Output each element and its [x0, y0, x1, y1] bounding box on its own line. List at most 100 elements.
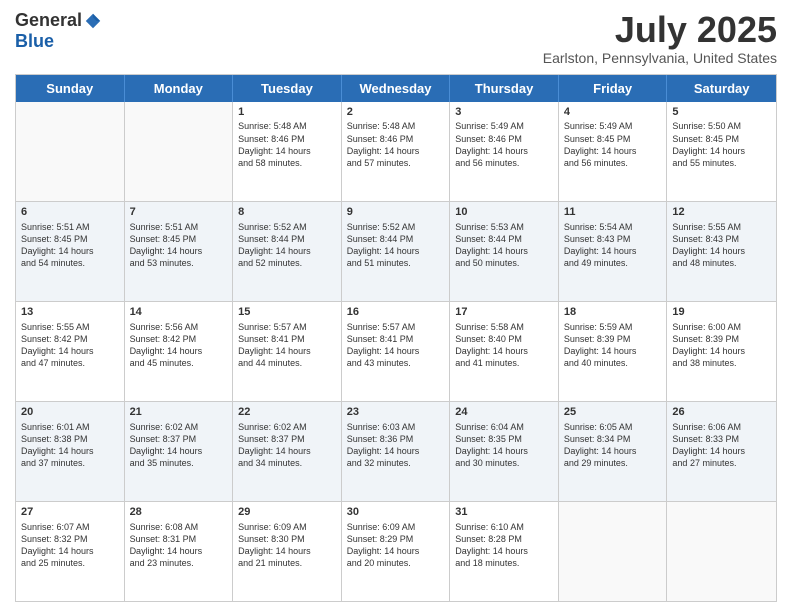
day-detail: Sunrise: 5:56 AM Sunset: 8:42 PM Dayligh… [130, 321, 228, 370]
day-cell-2: 2Sunrise: 5:48 AM Sunset: 8:46 PM Daylig… [342, 102, 451, 201]
day-cell-28: 28Sunrise: 6:08 AM Sunset: 8:31 PM Dayli… [125, 502, 234, 601]
day-cell-16: 16Sunrise: 5:57 AM Sunset: 8:41 PM Dayli… [342, 302, 451, 401]
day-detail: Sunrise: 5:50 AM Sunset: 8:45 PM Dayligh… [672, 120, 771, 169]
day-number: 16 [347, 305, 445, 320]
day-cell-24: 24Sunrise: 6:04 AM Sunset: 8:35 PM Dayli… [450, 402, 559, 501]
logo-blue-text: Blue [15, 31, 54, 51]
day-number: 11 [564, 205, 662, 220]
day-number: 6 [21, 205, 119, 220]
day-detail: Sunrise: 6:03 AM Sunset: 8:36 PM Dayligh… [347, 421, 445, 470]
day-cell-8: 8Sunrise: 5:52 AM Sunset: 8:44 PM Daylig… [233, 202, 342, 301]
calendar: SundayMondayTuesdayWednesdayThursdayFrid… [15, 74, 777, 602]
day-cell-11: 11Sunrise: 5:54 AM Sunset: 8:43 PM Dayli… [559, 202, 668, 301]
day-detail: Sunrise: 5:49 AM Sunset: 8:45 PM Dayligh… [564, 120, 662, 169]
weekday-header-thursday: Thursday [450, 75, 559, 102]
day-number: 26 [672, 405, 771, 420]
calendar-row-3: 13Sunrise: 5:55 AM Sunset: 8:42 PM Dayli… [16, 302, 776, 402]
calendar-body: 1Sunrise: 5:48 AM Sunset: 8:46 PM Daylig… [16, 102, 776, 601]
day-cell-13: 13Sunrise: 5:55 AM Sunset: 8:42 PM Dayli… [16, 302, 125, 401]
day-cell-15: 15Sunrise: 5:57 AM Sunset: 8:41 PM Dayli… [233, 302, 342, 401]
day-detail: Sunrise: 5:49 AM Sunset: 8:46 PM Dayligh… [455, 120, 553, 169]
day-cell-10: 10Sunrise: 5:53 AM Sunset: 8:44 PM Dayli… [450, 202, 559, 301]
day-cell-14: 14Sunrise: 5:56 AM Sunset: 8:42 PM Dayli… [125, 302, 234, 401]
day-cell-25: 25Sunrise: 6:05 AM Sunset: 8:34 PM Dayli… [559, 402, 668, 501]
day-detail: Sunrise: 5:59 AM Sunset: 8:39 PM Dayligh… [564, 321, 662, 370]
day-cell-22: 22Sunrise: 6:02 AM Sunset: 8:37 PM Dayli… [233, 402, 342, 501]
weekday-header-monday: Monday [125, 75, 234, 102]
day-detail: Sunrise: 5:55 AM Sunset: 8:43 PM Dayligh… [672, 221, 771, 270]
day-number: 14 [130, 305, 228, 320]
day-cell-5: 5Sunrise: 5:50 AM Sunset: 8:45 PM Daylig… [667, 102, 776, 201]
calendar-row-5: 27Sunrise: 6:07 AM Sunset: 8:32 PM Dayli… [16, 502, 776, 601]
weekday-header-friday: Friday [559, 75, 668, 102]
day-number: 28 [130, 505, 228, 520]
day-detail: Sunrise: 5:52 AM Sunset: 8:44 PM Dayligh… [347, 221, 445, 270]
day-detail: Sunrise: 6:04 AM Sunset: 8:35 PM Dayligh… [455, 421, 553, 470]
day-cell-6: 6Sunrise: 5:51 AM Sunset: 8:45 PM Daylig… [16, 202, 125, 301]
day-cell-23: 23Sunrise: 6:03 AM Sunset: 8:36 PM Dayli… [342, 402, 451, 501]
day-cell-17: 17Sunrise: 5:58 AM Sunset: 8:40 PM Dayli… [450, 302, 559, 401]
day-number: 23 [347, 405, 445, 420]
day-detail: Sunrise: 6:05 AM Sunset: 8:34 PM Dayligh… [564, 421, 662, 470]
day-detail: Sunrise: 6:09 AM Sunset: 8:30 PM Dayligh… [238, 521, 336, 570]
day-number: 5 [672, 105, 771, 120]
day-detail: Sunrise: 6:02 AM Sunset: 8:37 PM Dayligh… [238, 421, 336, 470]
day-number: 24 [455, 405, 553, 420]
day-number: 27 [21, 505, 119, 520]
header: General Blue July 2025 Earlston, Pennsyl… [15, 10, 777, 66]
day-detail: Sunrise: 5:48 AM Sunset: 8:46 PM Dayligh… [238, 120, 336, 169]
day-number: 10 [455, 205, 553, 220]
calendar-row-4: 20Sunrise: 6:01 AM Sunset: 8:38 PM Dayli… [16, 402, 776, 502]
day-cell-3: 3Sunrise: 5:49 AM Sunset: 8:46 PM Daylig… [450, 102, 559, 201]
day-detail: Sunrise: 6:07 AM Sunset: 8:32 PM Dayligh… [21, 521, 119, 570]
empty-cell [559, 502, 668, 601]
day-detail: Sunrise: 6:01 AM Sunset: 8:38 PM Dayligh… [21, 421, 119, 470]
day-detail: Sunrise: 6:02 AM Sunset: 8:37 PM Dayligh… [130, 421, 228, 470]
day-number: 22 [238, 405, 336, 420]
day-number: 13 [21, 305, 119, 320]
day-number: 9 [347, 205, 445, 220]
empty-cell [16, 102, 125, 201]
weekday-header-saturday: Saturday [667, 75, 776, 102]
logo-general-text: General [15, 10, 82, 31]
day-cell-27: 27Sunrise: 6:07 AM Sunset: 8:32 PM Dayli… [16, 502, 125, 601]
location-text: Earlston, Pennsylvania, United States [543, 50, 777, 66]
day-detail: Sunrise: 5:54 AM Sunset: 8:43 PM Dayligh… [564, 221, 662, 270]
day-detail: Sunrise: 6:00 AM Sunset: 8:39 PM Dayligh… [672, 321, 771, 370]
day-detail: Sunrise: 5:48 AM Sunset: 8:46 PM Dayligh… [347, 120, 445, 169]
weekday-header-tuesday: Tuesday [233, 75, 342, 102]
empty-cell [125, 102, 234, 201]
day-cell-31: 31Sunrise: 6:10 AM Sunset: 8:28 PM Dayli… [450, 502, 559, 601]
weekday-header-sunday: Sunday [16, 75, 125, 102]
day-detail: Sunrise: 6:10 AM Sunset: 8:28 PM Dayligh… [455, 521, 553, 570]
calendar-row-1: 1Sunrise: 5:48 AM Sunset: 8:46 PM Daylig… [16, 102, 776, 202]
day-number: 31 [455, 505, 553, 520]
day-number: 25 [564, 405, 662, 420]
day-cell-12: 12Sunrise: 5:55 AM Sunset: 8:43 PM Dayli… [667, 202, 776, 301]
logo: General Blue [15, 10, 102, 52]
day-detail: Sunrise: 6:09 AM Sunset: 8:29 PM Dayligh… [347, 521, 445, 570]
day-detail: Sunrise: 5:53 AM Sunset: 8:44 PM Dayligh… [455, 221, 553, 270]
day-cell-4: 4Sunrise: 5:49 AM Sunset: 8:45 PM Daylig… [559, 102, 668, 201]
logo-icon [84, 12, 102, 30]
day-number: 2 [347, 105, 445, 120]
day-number: 4 [564, 105, 662, 120]
weekday-header-wednesday: Wednesday [342, 75, 451, 102]
day-cell-19: 19Sunrise: 6:00 AM Sunset: 8:39 PM Dayli… [667, 302, 776, 401]
day-cell-1: 1Sunrise: 5:48 AM Sunset: 8:46 PM Daylig… [233, 102, 342, 201]
day-number: 20 [21, 405, 119, 420]
day-number: 12 [672, 205, 771, 220]
day-number: 19 [672, 305, 771, 320]
day-detail: Sunrise: 5:58 AM Sunset: 8:40 PM Dayligh… [455, 321, 553, 370]
day-detail: Sunrise: 6:06 AM Sunset: 8:33 PM Dayligh… [672, 421, 771, 470]
day-number: 30 [347, 505, 445, 520]
day-detail: Sunrise: 5:57 AM Sunset: 8:41 PM Dayligh… [238, 321, 336, 370]
empty-cell [667, 502, 776, 601]
day-cell-21: 21Sunrise: 6:02 AM Sunset: 8:37 PM Dayli… [125, 402, 234, 501]
day-number: 8 [238, 205, 336, 220]
day-detail: Sunrise: 5:51 AM Sunset: 8:45 PM Dayligh… [130, 221, 228, 270]
calendar-header: SundayMondayTuesdayWednesdayThursdayFrid… [16, 75, 776, 102]
day-detail: Sunrise: 5:57 AM Sunset: 8:41 PM Dayligh… [347, 321, 445, 370]
day-number: 15 [238, 305, 336, 320]
day-cell-9: 9Sunrise: 5:52 AM Sunset: 8:44 PM Daylig… [342, 202, 451, 301]
